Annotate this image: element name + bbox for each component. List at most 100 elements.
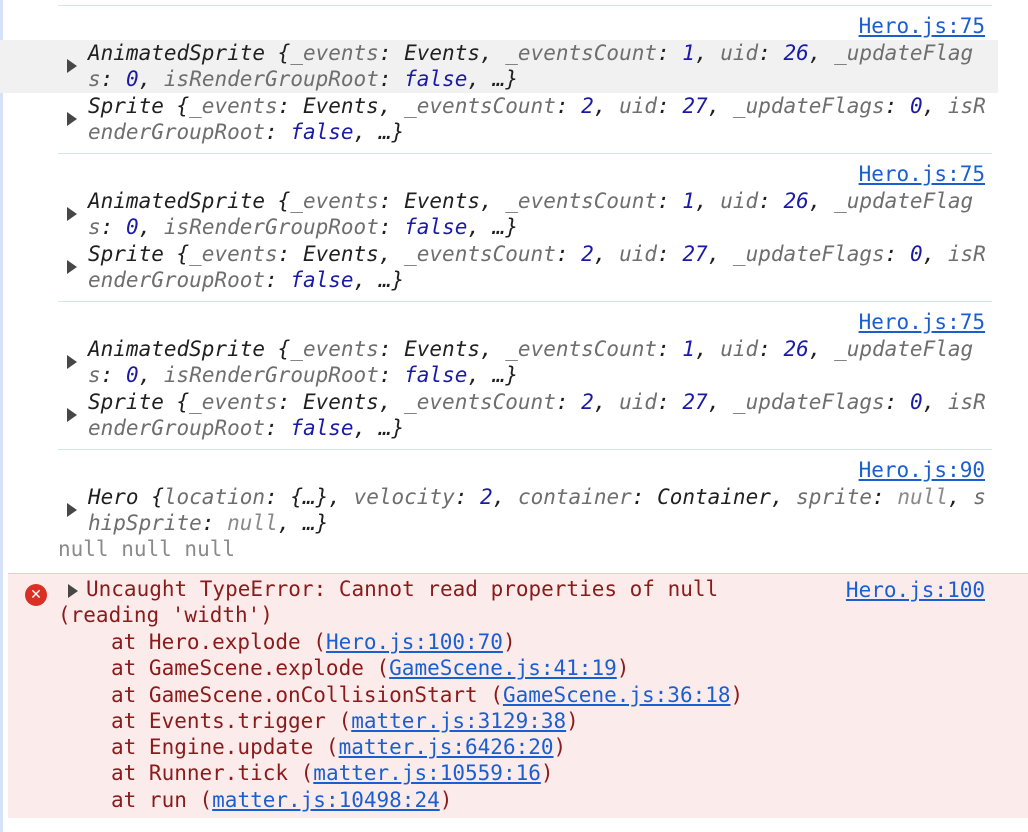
prop-key: _eventsCount bbox=[505, 189, 657, 213]
log-entry-hero[interactable]: Hero {location: {…}, velocity: 2, contai… bbox=[0, 484, 998, 537]
stack-frame-link[interactable]: matter.js:10559:16 bbox=[313, 761, 541, 785]
log-entry-sprite[interactable]: Sprite {_events: Events, _eventsCount: 2… bbox=[0, 389, 998, 442]
prop-key: uid bbox=[720, 337, 759, 361]
prop-value: Events bbox=[302, 94, 379, 118]
prop-value: 2 bbox=[581, 390, 594, 414]
prop-value: Events bbox=[404, 41, 480, 65]
prop-key: _events bbox=[189, 94, 278, 118]
null-log-line: null null null bbox=[58, 537, 236, 561]
prop-key: uid bbox=[619, 390, 658, 414]
stack-frame-link[interactable]: matter.js:10498:24 bbox=[212, 788, 440, 812]
expand-triangle-icon[interactable] bbox=[67, 503, 77, 517]
prop-value: Events bbox=[404, 337, 480, 361]
ellipsis: … bbox=[302, 511, 316, 535]
message-separator bbox=[58, 449, 992, 450]
prop-value: 0 bbox=[909, 242, 923, 266]
prop-value: Events bbox=[404, 189, 480, 213]
prop-value: 2 bbox=[581, 94, 594, 118]
expand-triangle-icon[interactable] bbox=[67, 408, 77, 422]
prop-value: 2 bbox=[480, 485, 493, 509]
stack-frame-function: at Engine.update ( bbox=[111, 735, 339, 760]
object-type: Sprite bbox=[88, 390, 164, 414]
stack-frame-function: at Hero.explode ( bbox=[111, 630, 326, 654]
expand-triangle-icon[interactable] bbox=[67, 260, 77, 274]
prop-value: 1 bbox=[682, 189, 695, 213]
stack-frame: at Runner.tick (matter.js:10559:16) bbox=[111, 761, 554, 786]
expand-triangle-icon[interactable] bbox=[67, 59, 77, 73]
object-preview[interactable]: Sprite {_events: Events, _eventsCount: 2… bbox=[88, 389, 993, 441]
prop-key: _eventsCount bbox=[404, 242, 556, 266]
stack-frame-link[interactable]: matter.js:3129:38 bbox=[351, 709, 566, 733]
object-type: AnimatedSprite bbox=[88, 337, 266, 361]
stack-frame-function: at Runner.tick ( bbox=[111, 761, 314, 786]
log-entry-animated-sprite[interactable]: AnimatedSprite {_events: Events, _events… bbox=[0, 336, 998, 389]
expand-triangle-icon[interactable] bbox=[67, 112, 77, 126]
prop-key: isRenderGroupRoot bbox=[163, 215, 379, 239]
prop-value: null bbox=[227, 511, 278, 535]
prop-key: _eventsCount bbox=[505, 41, 657, 65]
prop-key: _events bbox=[290, 337, 379, 361]
source-link[interactable]: Hero.js:75 bbox=[859, 310, 985, 334]
prop-value: null bbox=[897, 485, 948, 509]
log-entry-animated-sprite[interactable]: AnimatedSprite {_events: Events, _events… bbox=[0, 188, 998, 241]
object-preview[interactable]: Sprite {_events: Events, _eventsCount: 2… bbox=[88, 241, 993, 293]
prop-value: 26 bbox=[783, 337, 809, 361]
object-preview[interactable]: Sprite {_events: Events, _eventsCount: 2… bbox=[88, 93, 993, 145]
error-icon: ✕ bbox=[25, 584, 47, 606]
prop-key: _updateFlags bbox=[732, 94, 885, 118]
prop-key: _updateFlags bbox=[732, 390, 885, 414]
ellipsis: … bbox=[378, 268, 392, 292]
prop-value: 27 bbox=[682, 242, 708, 266]
prop-key: velocity bbox=[353, 485, 455, 509]
prop-key: uid bbox=[619, 242, 658, 266]
message-separator bbox=[58, 301, 992, 302]
stack-frame-link[interactable]: GameScene.js:36:18 bbox=[503, 683, 731, 707]
prop-value: false bbox=[404, 215, 468, 239]
ellipsis: … bbox=[492, 215, 506, 239]
stack-frame-function: at Events.trigger ( bbox=[111, 708, 352, 733]
stack-frame-link[interactable]: matter.js:6426:20 bbox=[339, 735, 554, 759]
expand-triangle-icon[interactable] bbox=[67, 207, 77, 221]
prop-value: 0 bbox=[125, 363, 139, 387]
prop-value: 0 bbox=[909, 390, 923, 414]
prop-key: isRenderGroupRoot bbox=[163, 67, 379, 91]
prop-value: false bbox=[290, 120, 354, 144]
source-link[interactable]: Hero.js:90 bbox=[859, 458, 985, 482]
error-message: ✕ Uncaught TypeError: Cannot read proper… bbox=[8, 573, 1028, 818]
object-preview[interactable]: AnimatedSprite {_events: Events, _events… bbox=[88, 188, 993, 240]
prop-value: false bbox=[404, 363, 468, 387]
source-link[interactable]: Hero.js:75 bbox=[859, 14, 985, 38]
prop-key: _updateFlags bbox=[732, 242, 885, 266]
log-entry-sprite[interactable]: Sprite {_events: Events, _eventsCount: 2… bbox=[0, 241, 998, 294]
ellipsis: … bbox=[378, 416, 392, 440]
stack-frame: at Hero.explode (Hero.js:100:70) bbox=[111, 630, 516, 654]
prop-value: 27 bbox=[682, 390, 708, 414]
prop-key: _events bbox=[189, 390, 278, 414]
source-link[interactable]: Hero.js:75 bbox=[859, 162, 985, 186]
object-type: Sprite bbox=[88, 94, 164, 118]
log-entry-sprite[interactable]: Sprite {_events: Events, _eventsCount: 2… bbox=[0, 93, 998, 146]
expand-triangle-icon[interactable] bbox=[67, 355, 77, 369]
stack-frame-link[interactable]: Hero.js:100:70 bbox=[326, 630, 503, 654]
prop-key: uid bbox=[619, 94, 658, 118]
object-type: AnimatedSprite bbox=[88, 189, 266, 213]
object-type: Sprite bbox=[88, 242, 164, 266]
object-type: Hero bbox=[88, 485, 139, 509]
stack-frame-function: at run ( bbox=[111, 787, 213, 812]
prop-key: isRenderGroupRoot bbox=[163, 363, 379, 387]
prop-key: _eventsCount bbox=[404, 390, 556, 414]
object-preview[interactable]: AnimatedSprite {_events: Events, _events… bbox=[88, 40, 993, 92]
stack-frame-link[interactable]: GameScene.js:41:19 bbox=[389, 656, 617, 680]
error-source-link[interactable]: Hero.js:100 bbox=[846, 578, 985, 602]
prop-key: container bbox=[517, 485, 632, 509]
prop-key: _eventsCount bbox=[404, 94, 556, 118]
prop-value: false bbox=[290, 268, 354, 292]
object-preview[interactable]: AnimatedSprite {_events: Events, _events… bbox=[88, 336, 993, 388]
prop-value: Events bbox=[302, 242, 379, 266]
prop-key: uid bbox=[720, 189, 759, 213]
prop-value: false bbox=[404, 67, 468, 91]
prop-value: 26 bbox=[783, 189, 809, 213]
object-preview[interactable]: Hero {location: {…}, velocity: 2, contai… bbox=[88, 484, 993, 536]
log-entry-animated-sprite[interactable]: AnimatedSprite {_events: Events, _events… bbox=[0, 40, 998, 93]
prop-value: 27 bbox=[682, 94, 708, 118]
